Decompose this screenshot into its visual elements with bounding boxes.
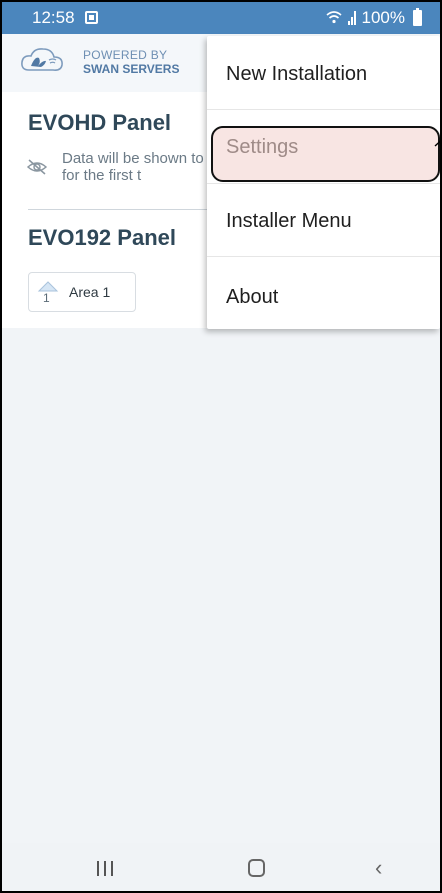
brand-powered-by: POWERED BY <box>83 48 168 62</box>
signal-icon <box>347 11 356 25</box>
menu-item-about[interactable]: About <box>207 286 440 309</box>
brand-name: SWAN SERVERS <box>83 62 180 76</box>
overflow-menu: New Installation Settings Installer Menu… <box>207 36 440 329</box>
area-label: Area 1 <box>69 284 111 300</box>
battery-percent: 100% <box>361 8 405 27</box>
status-bar: 12:58 100% <box>2 2 440 34</box>
swan-cloud-logo <box>21 48 63 71</box>
menu-item-new-installation[interactable]: New Installation <box>207 63 440 86</box>
menu-separator <box>207 183 440 184</box>
eye-off-icon <box>26 159 48 175</box>
annotation-pointer <box>434 140 440 147</box>
panel-divider <box>28 209 218 210</box>
home-button-icon[interactable] <box>248 859 265 877</box>
area-chip[interactable]: 1 Area 1 <box>28 272 136 312</box>
app-screen: 12:58 100% POWERED BY SWAN SERVERS EVOHD… <box>0 0 442 893</box>
panel-title-evohd[interactable]: EVOHD Panel <box>28 110 171 136</box>
area-number: 1 <box>43 291 50 305</box>
notification-square-icon <box>85 11 98 24</box>
wifi-icon <box>325 10 342 27</box>
battery-icon <box>413 8 422 26</box>
recents-icon[interactable] <box>97 861 113 876</box>
menu-separator <box>207 109 440 110</box>
back-icon[interactable]: ‹ <box>375 855 382 881</box>
status-right-group: 100% <box>325 8 422 28</box>
panel-title-evo192[interactable]: EVO192 Panel <box>28 225 176 251</box>
menu-item-settings-label: Settings <box>226 136 299 158</box>
menu-item-installer-menu[interactable]: Installer Menu <box>207 210 440 233</box>
menu-separator <box>207 256 440 257</box>
system-nav-bar: ‹ <box>2 843 440 891</box>
status-time: 12:58 <box>32 8 75 27</box>
